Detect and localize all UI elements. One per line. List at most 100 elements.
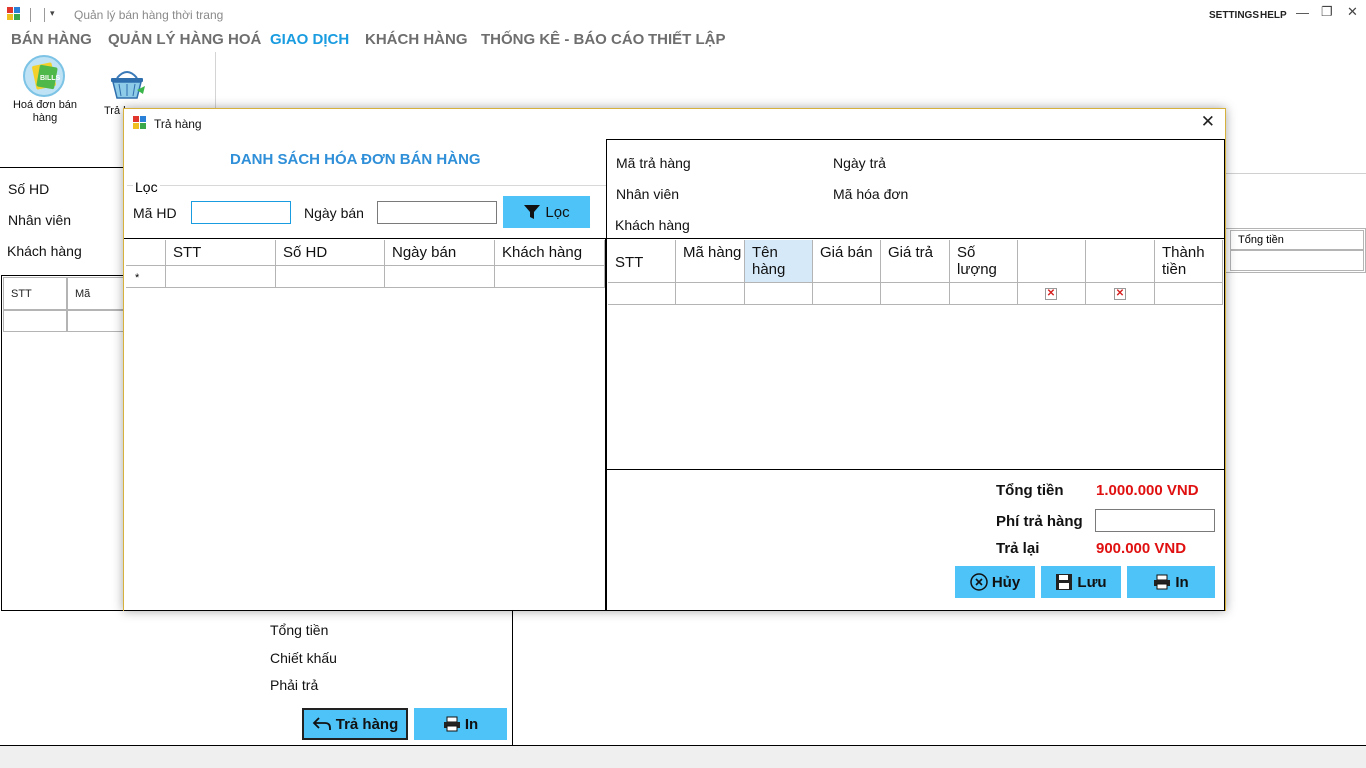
detail-grid-cell[interactable] — [608, 283, 676, 305]
detail-grid-cell[interactable] — [813, 283, 881, 305]
filter-group-label: Lọc — [133, 179, 160, 195]
cancel-button-label: Hủy — [991, 573, 1021, 591]
menu-giao-dich[interactable]: GIAO DỊCH — [270, 31, 349, 48]
cancel-circle-icon — [970, 573, 988, 591]
filter-date-input[interactable] — [377, 201, 497, 224]
printer-icon — [1154, 574, 1171, 590]
basket-icon[interactable] — [107, 64, 147, 104]
refund-value: 900.000 VND — [1096, 540, 1187, 557]
detail-grid-header-gia-ban[interactable]: Giá bán — [813, 240, 881, 283]
detail-grid-cell[interactable] — [676, 283, 745, 305]
invoice-grid-cell[interactable] — [495, 266, 605, 288]
return-goods-button[interactable]: Trả hàng — [302, 708, 408, 740]
close-icon[interactable]: ✕ — [1347, 4, 1358, 20]
cancel-button[interactable]: Hủy — [955, 566, 1035, 598]
filter-invoice-input[interactable] — [191, 201, 291, 224]
label-ngay-tra: Ngày trả — [833, 155, 886, 171]
dialog-app-icon — [133, 116, 147, 130]
return-goods-button-label: Trả hàng — [335, 715, 399, 733]
total-label: Tổng tiền — [996, 482, 1064, 499]
delete-row-icon[interactable]: ✕ — [1114, 288, 1126, 300]
grid-header-ma: Mã — [67, 277, 125, 310]
dialog-print-button[interactable]: In — [1127, 566, 1215, 598]
bills-icon[interactable]: BILLS — [22, 54, 66, 98]
detail-grid-cell[interactable] — [745, 283, 813, 305]
filter-button[interactable]: Lọc — [503, 196, 590, 228]
menu-thiet-lap[interactable]: THIẾT LẬP — [648, 31, 726, 48]
detail-grid-header-delete-2[interactable] — [1086, 240, 1155, 283]
return-fee-label: Phí trả hàng — [996, 513, 1083, 530]
total-value: 1.000.000 VND — [1096, 482, 1199, 499]
label-ma-tra-hang: Mã trả hàng — [616, 155, 691, 171]
detail-grid-header-ten-hang[interactable]: Tên hàng — [745, 240, 813, 283]
quick-access-separator — [44, 8, 45, 22]
print-button-label: In — [464, 715, 479, 733]
dialog-print-button-label: In — [1175, 573, 1189, 591]
printer-icon — [443, 716, 460, 732]
detail-grid-cell[interactable] — [881, 283, 950, 305]
filter-date-label: Ngày bán — [304, 205, 364, 221]
detail-grid-cell[interactable] — [1155, 283, 1223, 305]
dialog-title: Trả hàng — [154, 117, 202, 131]
detail-grid-cell[interactable] — [950, 283, 1018, 305]
invoice-grid-header-so-hd[interactable]: Số HD — [276, 240, 385, 266]
invoice-grid-cell[interactable] — [276, 266, 385, 288]
menu-khach-hang[interactable]: KHÁCH HÀNG — [365, 31, 468, 48]
detail-grid-header-delete-1[interactable] — [1018, 240, 1086, 283]
detail-grid-header-thanh-tien[interactable]: Thành tiền — [1155, 240, 1223, 283]
delete-row-icon[interactable]: ✕ — [1045, 288, 1057, 300]
settings-link[interactable]: SETTINGS — [1209, 10, 1259, 21]
label-so-hd: Số HD — [8, 181, 50, 197]
summary-tong-tien: Tổng tiền — [270, 622, 329, 638]
print-button[interactable]: In — [414, 708, 507, 740]
label-nhan-vien-dialog: Nhân viên — [616, 186, 680, 202]
refund-label: Trả lại — [996, 540, 1040, 557]
right-panel-border — [1224, 173, 1366, 174]
help-link[interactable]: HELP — [1260, 10, 1287, 21]
minimize-icon[interactable]: — — [1296, 5, 1309, 20]
invoice-grid-cell[interactable] — [385, 266, 495, 288]
right-grid-header-tong-tien: Tổng tiền — [1230, 230, 1364, 250]
invoice-grid-header-ngay-ban[interactable]: Ngày bán — [385, 240, 495, 266]
invoice-grid-header-khach-hang[interactable]: Khách hàng — [495, 240, 605, 266]
detail-grid-header-stt[interactable]: STT — [608, 240, 676, 283]
status-bar — [0, 746, 1366, 768]
grid-row-cell — [3, 310, 67, 332]
dialog-close-icon[interactable]: ✕ — [1201, 112, 1215, 132]
invoice-grid-corner — [126, 240, 166, 266]
quick-access-dropdown-icon[interactable]: ▾ — [50, 8, 55, 19]
invoice-grid[interactable] — [124, 238, 606, 611]
return-arrow-icon — [312, 717, 331, 730]
menu-quan-ly-hang-hoa[interactable]: QUẢN LÝ HÀNG HOÁ — [108, 31, 261, 48]
background-top-border — [0, 167, 125, 168]
menu-thong-ke-bao-cao[interactable]: THỐNG KÊ - BÁO CÁO — [481, 31, 644, 48]
quick-access-separator — [30, 8, 31, 22]
bills-icon-text: BILLS — [40, 75, 61, 82]
app-icon — [7, 7, 21, 21]
ribbon-invoice-label[interactable]: Hoá đơn bán hàng — [10, 99, 80, 125]
filter-group-border — [127, 185, 606, 186]
invoice-grid-header-stt[interactable]: STT — [166, 240, 276, 266]
floppy-disk-icon — [1056, 574, 1073, 590]
invoice-list-heading: DANH SÁCH HÓA ĐƠN BÁN HÀNG — [230, 151, 481, 168]
summary-chiet-khau: Chiết khấu — [270, 650, 337, 666]
right-grid-row — [1230, 250, 1364, 271]
return-goods-dialog[interactable]: Trả hàng ✕ DANH SÁCH HÓA ĐƠN BÁN HÀNG Lọ… — [123, 108, 1226, 611]
save-button-label: Lưu — [1077, 573, 1107, 591]
grid-row-cell — [67, 310, 125, 332]
detail-grid-header-ma-hang[interactable]: Mã hàng — [676, 240, 745, 283]
return-fee-input[interactable] — [1095, 509, 1215, 532]
detail-grid-header-gia-tra[interactable]: Giá trả — [881, 240, 950, 283]
save-button[interactable]: Lưu — [1041, 566, 1121, 598]
invoice-grid-cell[interactable] — [166, 266, 276, 288]
detail-grid-header-so-luong[interactable]: Số lượng — [950, 240, 1018, 283]
filter-invoice-label: Mã HD — [133, 205, 177, 221]
funnel-icon — [524, 205, 541, 219]
bottom-right-panel — [513, 611, 1366, 746]
label-khach-hang: Khách hàng — [7, 243, 82, 259]
invoice-grid-new-row-marker: * — [126, 266, 166, 288]
label-nhan-vien: Nhân viên — [8, 212, 72, 228]
restore-icon[interactable]: ❐ — [1321, 4, 1333, 20]
grid-header-stt: STT — [3, 277, 67, 310]
menu-ban-hang[interactable]: BÁN HÀNG — [11, 31, 92, 48]
